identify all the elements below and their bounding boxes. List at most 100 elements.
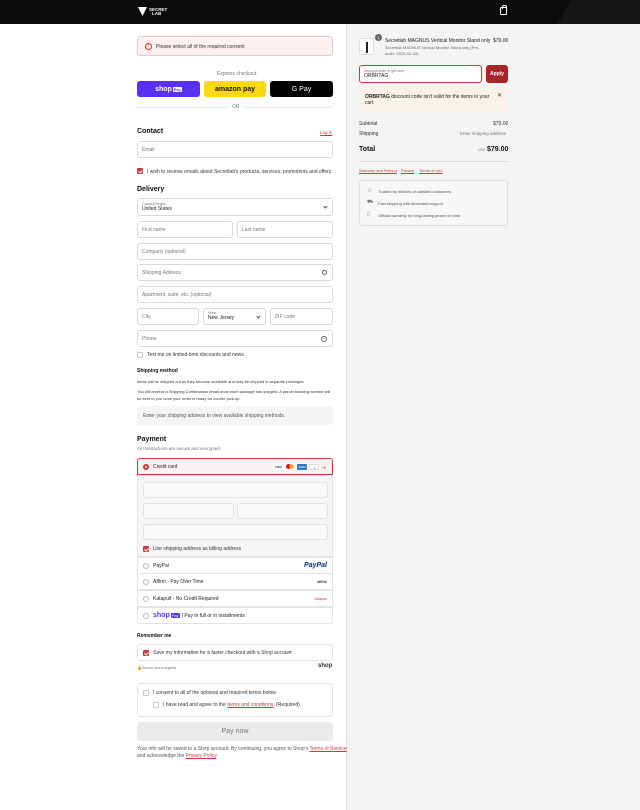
- security-code-field[interactable]: [237, 503, 328, 519]
- footer-line-1: Your info will be saved to a Shop accoun…: [137, 746, 347, 752]
- affirm-logo: affirm: [317, 580, 327, 584]
- close-icon[interactable]: ✕: [497, 92, 502, 99]
- affirm-option[interactable]: Affirm - Pay Over Time affirm: [137, 573, 333, 590]
- shipping-note: Items will be shipped out as they become…: [137, 379, 305, 384]
- google-pay-button[interactable]: G Pay: [270, 81, 333, 97]
- country-select[interactable]: Country/Region United States: [137, 198, 333, 216]
- company-input[interactable]: Company (optional): [137, 243, 333, 260]
- credit-card-form: Use shipping address as billing address: [137, 475, 333, 557]
- payment-subtitle: All transactions are secure and encrypte…: [137, 446, 222, 451]
- amazon-pay-button[interactable]: amazon pay: [204, 81, 266, 97]
- credit-card-option[interactable]: Credit card VISA AMEX ● +5: [137, 458, 333, 475]
- katapult-option[interactable]: Katapult - No Credit Required katapult: [137, 590, 333, 607]
- error-message: Please select all of the required consen…: [156, 44, 245, 50]
- subtotal-label: Subtotal: [359, 121, 378, 127]
- login-link[interactable]: Log in: [320, 130, 332, 135]
- marketing-label: I wish to receive emails about Secretlab…: [147, 169, 332, 175]
- sms-checkbox[interactable]: [137, 352, 143, 358]
- affirm-radio[interactable]: [143, 579, 149, 585]
- expiry-field[interactable]: [143, 503, 234, 519]
- footer-line-2: and acknowledge the Privacy Policy.: [137, 753, 218, 759]
- delivery-title: Delivery: [137, 186, 165, 193]
- paypal-radio[interactable]: [143, 563, 149, 569]
- visa-icon: VISA: [273, 464, 284, 470]
- privacy-link[interactable]: Privacy: [401, 168, 414, 173]
- mastercard-icon: [285, 464, 296, 470]
- consent-all-checkbox[interactable]: [143, 690, 149, 696]
- discover-icon: ●: [309, 464, 320, 470]
- name-on-card-field[interactable]: [143, 524, 328, 540]
- warning-text: discount code isn't valid for the items …: [389, 94, 490, 100]
- address-input[interactable]: Shipping Address: [137, 264, 333, 281]
- trust-box: ☆ Trusted by millions of satisfied custo…: [359, 180, 508, 226]
- sms-label: Text me on limited-time discounts and ne…: [147, 352, 244, 358]
- shop-pay-option[interactable]: shop Pay | Pay in full or in installment…: [137, 607, 333, 624]
- discount-input[interactable]: Discount code or gift card ORBRTAG: [359, 65, 482, 83]
- product-price: $79.00: [493, 38, 509, 44]
- secure-label: Secure and encrypted: [142, 666, 177, 670]
- help-icon[interactable]: ?: [321, 336, 327, 342]
- warning-text: cart: [365, 100, 374, 106]
- total-label: Total: [359, 146, 376, 153]
- consent-all-label: I consent to all of the optional and req…: [153, 690, 276, 696]
- error-icon: !: [145, 43, 152, 50]
- shop-pay-button[interactable]: shop Pay: [137, 81, 200, 97]
- or-label: OR: [229, 104, 243, 110]
- product-thumbnail: [359, 38, 374, 55]
- billing-checkbox[interactable]: [143, 546, 149, 552]
- shipping-note: be sent to you once your order is ready …: [137, 396, 241, 401]
- currency-label: USD: [478, 148, 486, 152]
- first-name-input[interactable]: First name: [137, 221, 233, 238]
- paypal-logo: PayPal: [304, 562, 327, 569]
- payment-title: Payment: [137, 436, 167, 443]
- header-bar: SECRET LAB: [0, 0, 640, 24]
- document-icon: ▯: [367, 211, 370, 217]
- terms-of-use-link[interactable]: Terms of Use: [419, 168, 443, 173]
- pay-now-button[interactable]: Pay now: [137, 722, 333, 741]
- card-number-field[interactable]: [143, 482, 328, 498]
- trust-item: Official warranty for long-lasting peace…: [378, 213, 461, 218]
- warranty-link[interactable]: Warranty and Refund: [359, 168, 397, 173]
- shop-pay-radio[interactable]: [143, 613, 149, 619]
- product-name: Secretlab MAGNUS Vertical Monitor Stand …: [385, 38, 491, 44]
- katapult-radio[interactable]: [143, 596, 149, 602]
- terms-label: I have read and agree to the terms and c…: [163, 702, 300, 708]
- truck-icon: ⛟: [367, 199, 374, 205]
- apartment-input[interactable]: Apartment, suite, etc. (optional): [137, 286, 333, 303]
- billing-label: Use shipping address as billing address: [153, 546, 242, 552]
- shipping-method-title: Shipping method: [137, 368, 178, 374]
- marketing-checkbox[interactable]: [137, 168, 143, 174]
- apply-button[interactable]: Apply: [486, 65, 508, 83]
- summary-divider: [359, 161, 508, 162]
- total-value: $79.00: [487, 146, 509, 153]
- secretlab-logo[interactable]: SECRET LAB: [138, 7, 167, 16]
- terms-link[interactable]: terms and conditions: [227, 702, 273, 708]
- city-input[interactable]: City: [137, 308, 199, 325]
- phone-input[interactable]: Phone ?: [137, 330, 333, 347]
- star-icon: ☆: [367, 188, 373, 194]
- contact-title: Contact: [137, 128, 164, 135]
- order-summary-panel: [346, 24, 640, 810]
- paypal-option[interactable]: PayPal PayPal: [137, 557, 333, 574]
- shipping-value: Enter shipping address: [460, 131, 507, 136]
- email-input[interactable]: Email: [137, 141, 333, 158]
- error-alert: ! Please select all of the required cons…: [137, 36, 333, 56]
- zip-input[interactable]: ZIP code: [270, 308, 333, 325]
- quantity-badge: 1: [375, 34, 382, 41]
- product-variant: Secretlab MAGNUS Vertical Monitor Stand …: [385, 45, 480, 50]
- tos-link[interactable]: Terms of Service: [309, 746, 346, 752]
- subtotal-value: $79.00: [493, 121, 509, 127]
- last-name-input[interactable]: Last name: [237, 221, 333, 238]
- shop-logo: shop: [318, 663, 333, 669]
- privacy-policy-link[interactable]: Privacy Policy: [186, 753, 217, 759]
- state-select[interactable]: State New Jersey: [203, 308, 266, 325]
- cart-icon[interactable]: [500, 5, 507, 15]
- save-info-checkbox[interactable]: [143, 650, 149, 656]
- trust-item: Fast shipping with dedicated support: [378, 201, 443, 206]
- product-variant: order: 2025-02-24): [385, 51, 419, 56]
- credit-card-radio[interactable]: [143, 464, 149, 470]
- trust-item: Trusted by millions of satisfied custome…: [378, 189, 451, 194]
- save-info-label: Save my information for a faster checkou…: [153, 650, 292, 656]
- discount-warning: ORBRTAG discount code isn't valid for th…: [359, 87, 508, 112]
- terms-checkbox[interactable]: [153, 702, 159, 708]
